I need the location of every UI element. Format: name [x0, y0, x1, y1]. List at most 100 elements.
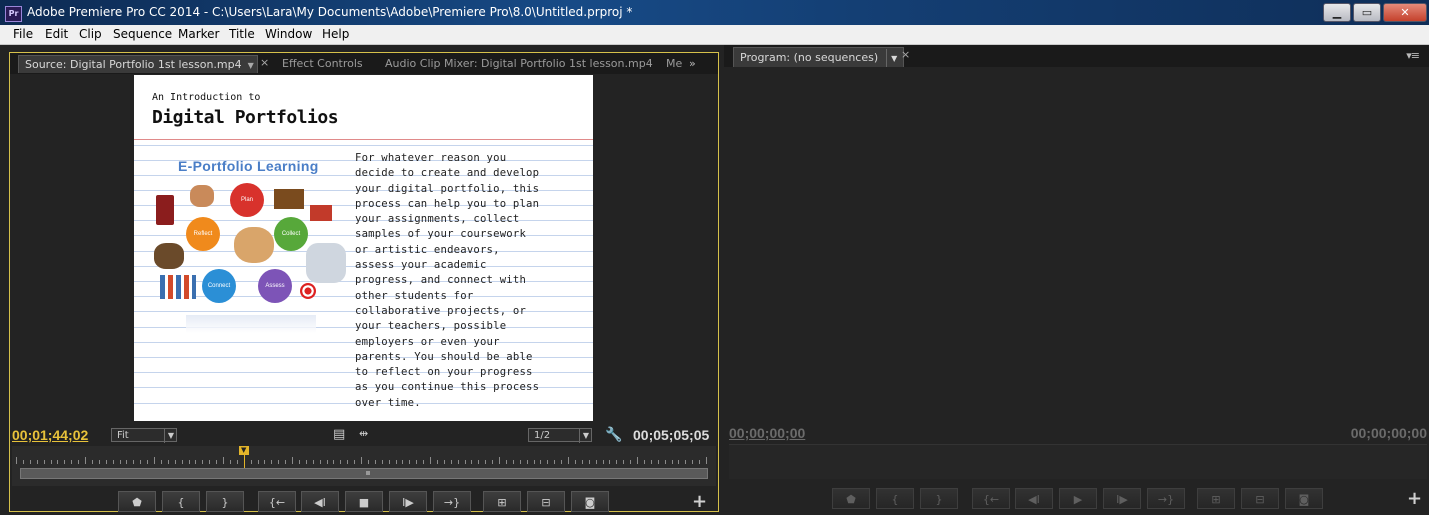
ruler-tick	[526, 460, 528, 464]
ruler-tick	[671, 460, 673, 464]
menu-clip[interactable]: Clip	[79, 27, 102, 41]
ruler-tick	[57, 460, 59, 464]
menu-title[interactable]: Title	[229, 27, 255, 41]
ruler-tick	[236, 460, 238, 464]
tab-source[interactable]: Source: Digital Portfolio 1st lesson.mp4…	[18, 55, 258, 73]
ruler-tick	[126, 460, 128, 464]
ruler-tick	[533, 460, 535, 464]
panel-menu-icon[interactable]: ▾≡	[1406, 49, 1420, 62]
ruler-tick	[519, 460, 521, 464]
stop-button[interactable]: ■	[345, 491, 383, 512]
ruler-ticks	[16, 455, 712, 465]
ruler-tick	[140, 460, 142, 464]
menu-file[interactable]: File	[13, 27, 33, 41]
scrollbar-thumb[interactable]	[366, 471, 370, 475]
cycle-collect: Collect	[274, 217, 308, 251]
maximize-button[interactable]: ▭	[1353, 3, 1381, 22]
menu-window[interactable]: Window	[265, 27, 312, 41]
close-tab-icon[interactable]: ×	[901, 48, 910, 61]
tab-metadata[interactable]: Me	[666, 55, 682, 73]
add-marker-button[interactable]: ⬟	[118, 491, 156, 512]
film-strip-icon[interactable]: ▤	[333, 427, 345, 442]
program-control-row: 00;00;00;00 00;00;00;00	[724, 421, 1429, 443]
ruler-tick	[499, 457, 500, 464]
minimize-button[interactable]: ▁	[1323, 3, 1351, 22]
zoom-select[interactable]: Fit ▼	[111, 428, 177, 443]
extract-button[interactable]: ⊟	[1241, 488, 1279, 509]
export-frame-button[interactable]: ◙	[1285, 488, 1323, 509]
chevron-down-icon[interactable]: ▼	[248, 57, 254, 75]
window-controls: ▁ ▭ ✕	[1323, 3, 1427, 22]
source-time-ruler[interactable]: ▼	[12, 446, 716, 486]
source-monitor-panel: Source: Digital Portfolio 1st lesson.mp4…	[9, 52, 719, 512]
mark-in-button[interactable]: {	[876, 488, 914, 509]
ruler-tick	[512, 460, 514, 464]
students-icon	[154, 243, 184, 269]
playhead-handle[interactable]: ▼	[238, 446, 249, 455]
lift-button[interactable]: ⊞	[1197, 488, 1235, 509]
play-button[interactable]: ▶	[1059, 488, 1097, 509]
go-to-in-button[interactable]: {←	[258, 491, 296, 512]
ruler-tick	[50, 460, 52, 464]
chevron-down-icon[interactable]: ▼	[886, 49, 897, 69]
insert-button[interactable]: ⊞	[483, 491, 521, 512]
ruler-tick	[595, 460, 597, 464]
wrench-icon[interactable]: 🔧	[605, 427, 622, 443]
menu-sequence[interactable]: Sequence	[113, 27, 172, 41]
program-viewer[interactable]	[724, 67, 1429, 420]
ruler-tick	[423, 460, 425, 464]
tab-effect-controls[interactable]: Effect Controls	[282, 55, 363, 73]
mark-in-button[interactable]: {	[162, 491, 200, 512]
button-editor-plus-icon[interactable]: +	[692, 491, 707, 512]
menu-marker[interactable]: Marker	[178, 27, 219, 41]
ruler-tick	[195, 460, 197, 464]
step-forward-button[interactable]: I▶	[389, 491, 427, 512]
close-button[interactable]: ✕	[1383, 3, 1427, 22]
tab-program[interactable]: Program: (no sequences) ▼	[733, 47, 905, 69]
go-to-in-button[interactable]: {←	[972, 488, 1010, 509]
ruler-tick	[478, 460, 480, 464]
tab-overflow-icon[interactable]: »	[689, 55, 696, 73]
add-marker-button[interactable]: ⬟	[832, 488, 870, 509]
zoom-scrollbar[interactable]	[20, 468, 708, 479]
resolution-select[interactable]: 1/2 ▼	[528, 428, 592, 443]
step-back-button[interactable]: ◀I	[1015, 488, 1053, 509]
drag-audio-video-icon[interactable]: ⇹	[359, 427, 368, 440]
ruler-tick	[209, 460, 211, 464]
ruler-tick	[78, 460, 80, 464]
ruler-tick	[271, 460, 273, 464]
close-tab-icon[interactable]: ×	[260, 56, 269, 69]
chevron-down-icon: ▼	[163, 429, 174, 443]
source-duration-timecode: 00;05;05;05	[633, 427, 710, 443]
step-forward-button[interactable]: I▶	[1103, 488, 1141, 509]
ruler-tick	[333, 460, 335, 464]
ruler-tick	[264, 460, 266, 464]
button-editor-plus-icon[interactable]: +	[1407, 488, 1422, 509]
ruler-tick	[388, 460, 390, 464]
source-control-row: 00;01;44;02 Fit ▼ ▤ ⇹ 1/2 ▼ 🔧 00;05;05;05	[10, 423, 718, 445]
go-to-out-button[interactable]: →}	[433, 491, 471, 512]
menu-edit[interactable]: Edit	[45, 27, 68, 41]
ruler-tick	[430, 457, 431, 464]
ruler-tick	[319, 460, 321, 464]
source-current-timecode[interactable]: 00;01;44;02	[12, 427, 88, 443]
tab-audio-clip-mixer[interactable]: Audio Clip Mixer: Digital Portfolio 1st …	[385, 55, 653, 73]
ruler-tick	[174, 460, 176, 464]
ruler-tick	[133, 460, 135, 464]
ruler-tick	[292, 457, 293, 464]
diagram-title: E-Portfolio Learning	[178, 158, 319, 174]
ruler-tick	[685, 460, 687, 464]
go-to-out-button[interactable]: →}	[1147, 488, 1185, 509]
program-current-timecode[interactable]: 00;00;00;00	[729, 425, 805, 441]
mark-out-button[interactable]: }	[206, 491, 244, 512]
mark-out-button[interactable]: }	[920, 488, 958, 509]
ruler-tick	[154, 457, 155, 464]
ruler-tick	[657, 460, 659, 464]
ruler-tick	[43, 460, 45, 464]
program-time-ruler[interactable]	[729, 444, 1427, 479]
export-frame-button[interactable]: ◙	[571, 491, 609, 512]
overwrite-button[interactable]: ⊟	[527, 491, 565, 512]
menu-help[interactable]: Help	[322, 27, 349, 41]
ruler-tick	[340, 460, 342, 464]
step-back-button[interactable]: ◀I	[301, 491, 339, 512]
